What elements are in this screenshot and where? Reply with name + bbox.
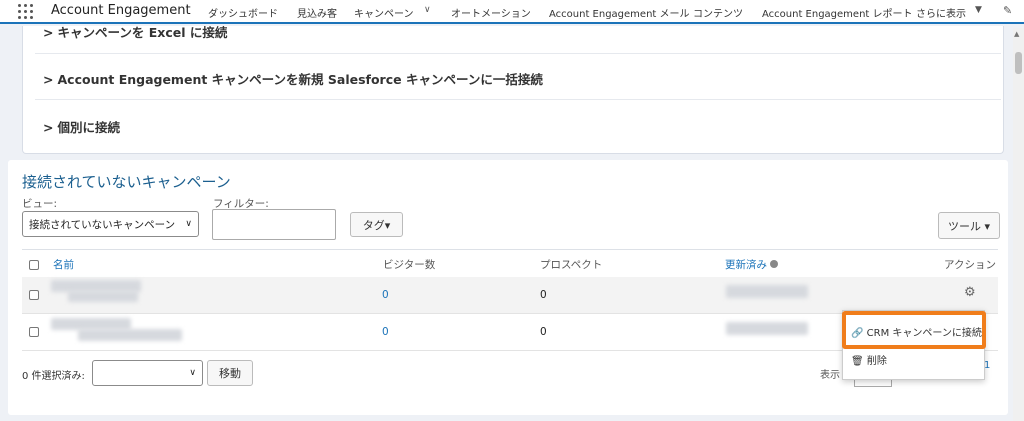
prospect-count: 0 bbox=[540, 289, 547, 301]
column-header-updated[interactable]: 更新済み bbox=[725, 257, 778, 272]
trash-icon: 🗑 bbox=[851, 356, 864, 367]
scrollbar-thumb[interactable] bbox=[1015, 52, 1022, 74]
menu-item-delete[interactable]: 🗑 削除 bbox=[851, 352, 887, 367]
column-header-prospects: プロスペクト bbox=[540, 259, 603, 271]
page-scrollbar[interactable] bbox=[1013, 28, 1024, 421]
visitor-count[interactable]: 0 bbox=[382, 289, 389, 301]
nav-item-campaigns[interactable]: キャンペーン bbox=[354, 5, 414, 20]
divider bbox=[35, 53, 1001, 54]
view-label: ビュー: bbox=[22, 198, 58, 210]
gear-icon[interactable]: ⚙ bbox=[964, 285, 976, 300]
filter-input[interactable] bbox=[212, 209, 336, 240]
sort-icon bbox=[770, 260, 778, 268]
move-button[interactable]: 移動 bbox=[207, 360, 253, 386]
row-checkbox[interactable] bbox=[29, 290, 39, 300]
updated-date-redacted bbox=[726, 285, 808, 298]
chevron-down-icon[interactable]: ∨ bbox=[424, 5, 431, 15]
view-select-value: 接続されていないキャンペーン bbox=[29, 218, 176, 231]
nav-item-reports[interactable]: Account Engagement レポート bbox=[762, 5, 913, 20]
highlight-box bbox=[842, 311, 986, 349]
chevron-right-icon: > bbox=[43, 120, 54, 135]
visitor-count[interactable]: 0 bbox=[382, 326, 389, 338]
scroll-up-icon[interactable]: ▲ bbox=[1014, 30, 1019, 38]
column-header-visitors: ビジター数 bbox=[383, 259, 436, 271]
pencil-icon[interactable]: ✎ bbox=[1003, 4, 1012, 17]
prospect-count: 0 bbox=[540, 326, 547, 338]
accordion-label: キャンペーンを Excel に接続 bbox=[57, 25, 228, 40]
connection-options-panel: > キャンペーンを Excel に接続 > Account Engagement キ… bbox=[22, 25, 1004, 154]
column-header-action: アクション bbox=[944, 259, 996, 271]
accordion-label: 個別に接続 bbox=[57, 120, 120, 135]
nav-item-dashboard[interactable]: ダッシュボード bbox=[208, 5, 278, 20]
nav-item-more[interactable]: さらに表示 bbox=[916, 5, 966, 20]
row-checkbox[interactable] bbox=[29, 327, 39, 337]
app-name: Account Engagement bbox=[51, 3, 191, 18]
display-label: 表示 bbox=[820, 370, 840, 381]
bulk-action-select[interactable]: ∨ bbox=[92, 360, 203, 386]
chevron-down-icon: ∨ bbox=[185, 219, 192, 229]
nav-item-content[interactable]: コンテンツ bbox=[693, 5, 743, 20]
chevron-down-icon: ∨ bbox=[189, 368, 196, 378]
nav-item-prospects[interactable]: 見込み客 bbox=[297, 5, 337, 20]
campaign-name-redacted[interactable] bbox=[68, 291, 138, 302]
top-navigation-bar: Account Engagement ダッシュボード 見込み客 キャンペーン ∨… bbox=[0, 0, 1024, 24]
chevron-right-icon: > bbox=[43, 72, 54, 87]
accordion-row-excel[interactable]: > キャンペーンを Excel に接続 bbox=[43, 22, 1003, 41]
selected-count-label: 0 件選択済み: bbox=[22, 371, 85, 382]
accordion-row-bulk-connect[interactable]: > Account Engagement キャンペーンを新規 Salesforce… bbox=[43, 69, 1003, 88]
table-header-divider bbox=[22, 249, 998, 250]
column-header-updated-label: 更新済み bbox=[725, 259, 767, 271]
select-all-checkbox[interactable] bbox=[29, 260, 39, 270]
chevron-right-icon: > bbox=[43, 25, 54, 40]
section-title: 接続されていないキャンペーン bbox=[22, 173, 231, 191]
campaign-name-redacted[interactable] bbox=[78, 329, 182, 341]
nav-item-email[interactable]: Account Engagement メール bbox=[549, 5, 690, 20]
caret-down-icon[interactable]: ▼ bbox=[975, 5, 982, 15]
divider bbox=[35, 99, 1001, 100]
app-launcher-icon[interactable] bbox=[18, 4, 34, 20]
table-row bbox=[22, 277, 998, 313]
tools-button[interactable]: ツール ▾ bbox=[938, 212, 1000, 239]
menu-item-label: 削除 bbox=[866, 356, 887, 367]
tag-button[interactable]: タグ▾ bbox=[350, 212, 403, 237]
view-select[interactable]: 接続されていないキャンペーン ∨ bbox=[22, 211, 199, 237]
accordion-row-individual[interactable]: > 個別に接続 bbox=[43, 117, 1003, 136]
accordion-label: Account Engagement キャンペーンを新規 Salesforce … bbox=[57, 72, 543, 87]
updated-date-redacted bbox=[726, 322, 808, 335]
nav-item-automation[interactable]: オートメーション bbox=[451, 5, 531, 20]
column-header-name[interactable]: 名前 bbox=[53, 257, 74, 272]
